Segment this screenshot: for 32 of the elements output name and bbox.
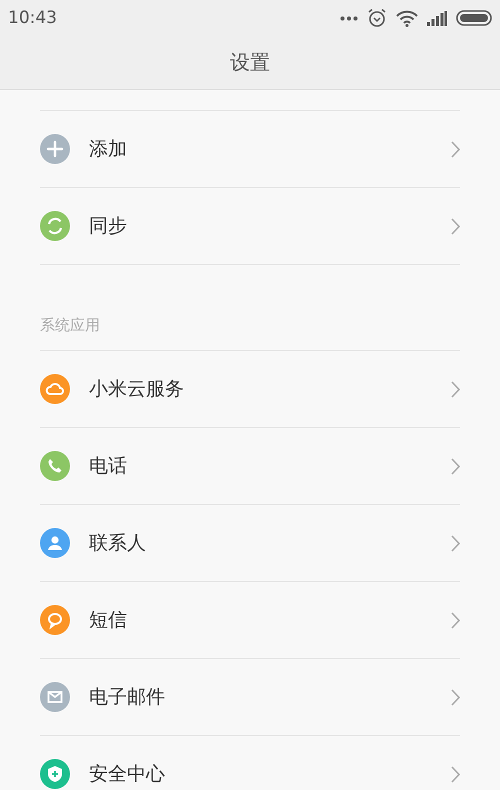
wifi-icon [396, 10, 418, 26]
chevron-icon [451, 458, 460, 474]
alarm-icon [367, 8, 387, 28]
item-label: 安全中心 [89, 762, 166, 787]
item-label: 电子邮件 [89, 685, 166, 710]
chevron-icon [451, 140, 460, 158]
item-label: 联系人 [89, 531, 147, 556]
section-header: 系统应用 [40, 316, 100, 335]
signal-icon [427, 10, 447, 26]
settings-item[interactable]: 短信 [40, 582, 460, 659]
chevron-icon [451, 766, 460, 782]
page-title: 设置 [230, 49, 270, 76]
item-label: 短信 [89, 608, 128, 633]
settings-item[interactable]: 安全中心 [40, 736, 460, 790]
settings-item[interactable]: 小米云服务 [40, 351, 460, 428]
item-label: 小米云服务 [89, 377, 185, 402]
chevron-icon [451, 688, 460, 706]
item-label: 添加 [89, 137, 128, 162]
status-time: 10:43 [8, 8, 57, 28]
more-icon [340, 16, 358, 20]
item-label: 电话 [89, 454, 128, 479]
chevron-icon [451, 380, 460, 398]
chevron-icon [451, 612, 460, 628]
settings-item[interactable]: 添加 [40, 111, 460, 188]
settings-item[interactable]: 联系人 [40, 505, 460, 582]
settings-item[interactable]: 电子邮件 [40, 659, 460, 736]
battery-icon [456, 10, 492, 26]
chevron-icon [451, 218, 460, 234]
settings-item[interactable]: 电话 [40, 428, 460, 505]
settings-item[interactable]: 同步 [40, 188, 460, 265]
item-label: 同步 [89, 214, 128, 239]
chevron-icon [451, 534, 460, 552]
